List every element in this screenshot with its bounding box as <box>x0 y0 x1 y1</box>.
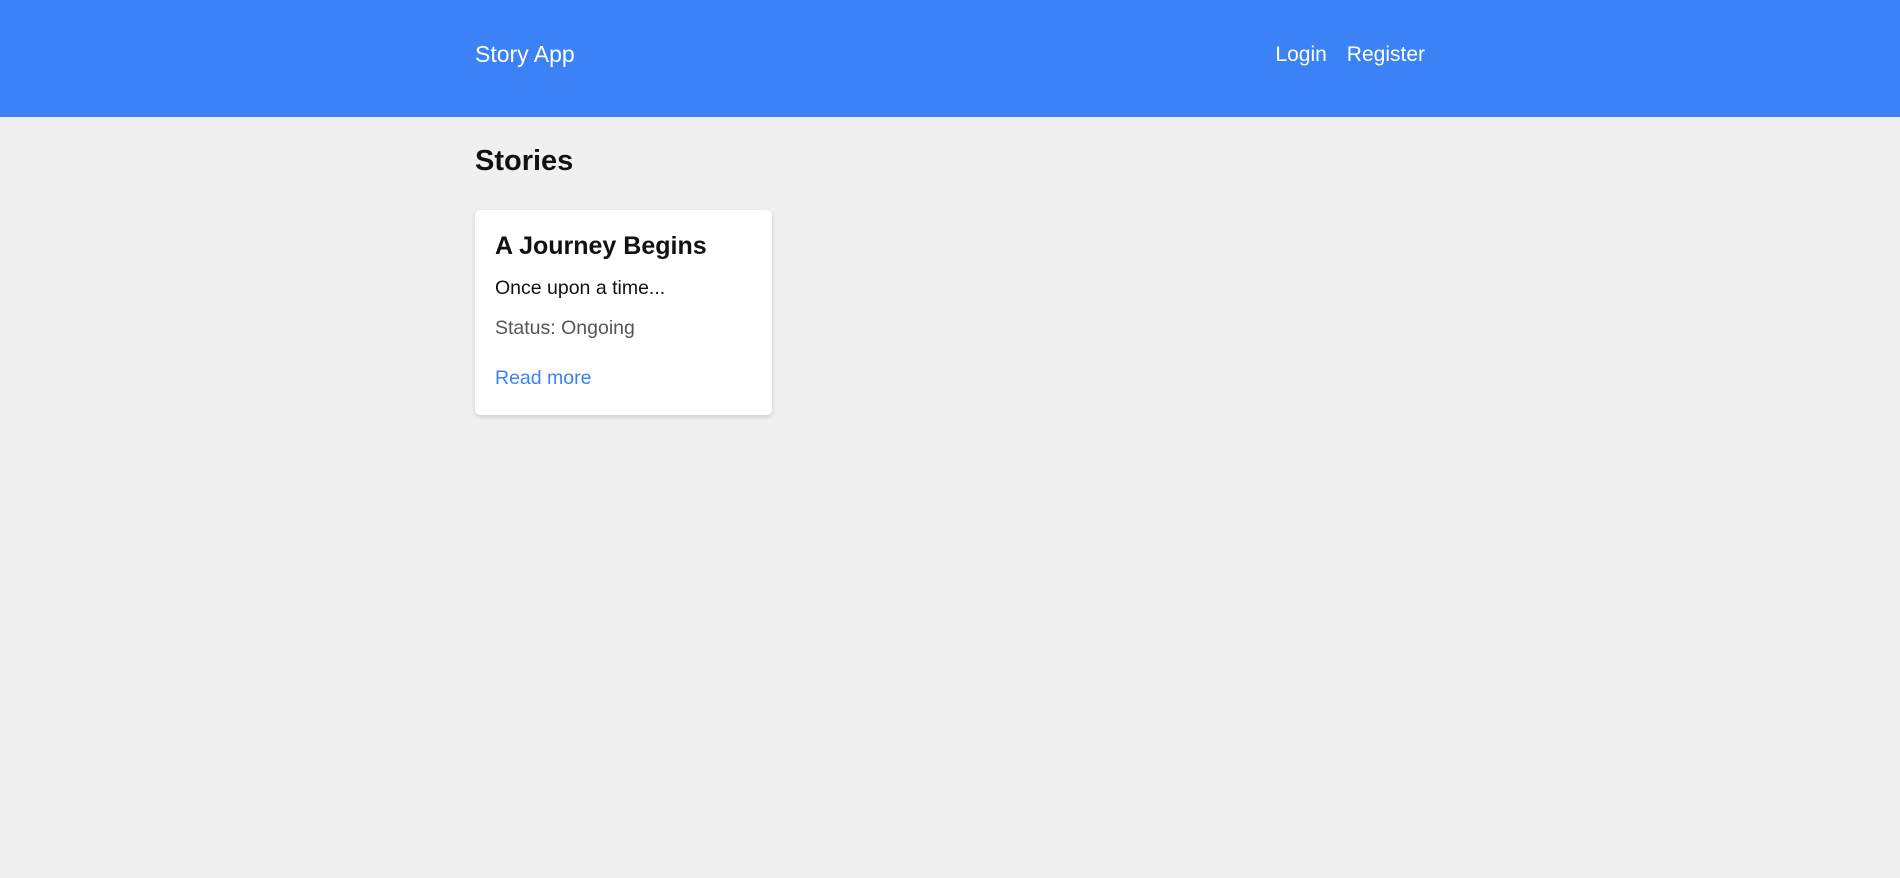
top-navbar: Story App Login Register <box>0 0 1900 117</box>
story-card: A Journey Begins Once upon a time... Sta… <box>475 209 772 415</box>
login-link[interactable]: Login <box>1275 43 1326 67</box>
main-content: Stories A Journey Begins Once upon a tim… <box>475 144 1425 415</box>
page-title: Stories <box>475 145 574 177</box>
navbar-container: Story App Login Register <box>475 0 1425 109</box>
read-more-link[interactable]: Read more <box>495 367 591 390</box>
nav-links: Login Register <box>1275 43 1425 67</box>
register-link[interactable]: Register <box>1347 43 1425 67</box>
brand-link[interactable]: Story App <box>475 41 575 68</box>
story-title: A Journey Begins <box>495 231 707 260</box>
story-list: A Journey Begins Once upon a time... Sta… <box>475 209 1425 415</box>
story-excerpt: Once upon a time... <box>495 277 666 300</box>
story-status: Status: Ongoing <box>495 317 635 340</box>
